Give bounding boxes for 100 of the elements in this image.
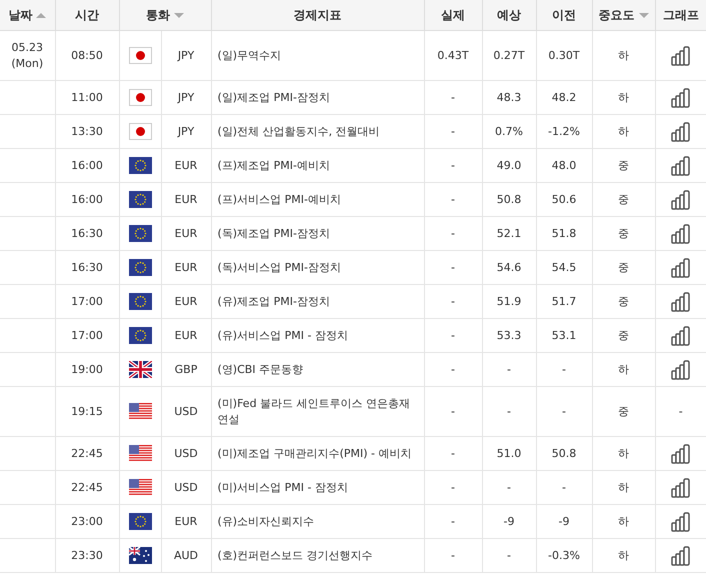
importance-text: 하 — [618, 362, 629, 376]
bar-chart-icon[interactable] — [670, 156, 691, 176]
eu-flag-icon — [128, 259, 152, 276]
forecast-value: - — [507, 548, 511, 562]
forecast-value: 0.7% — [495, 124, 523, 138]
previous-value: -1.2% — [548, 124, 580, 138]
japan-flag-icon — [128, 47, 152, 64]
column-header-label: 그래프 — [662, 8, 699, 22]
forecast-value: -9 — [504, 514, 514, 528]
forecast-value: - — [507, 480, 511, 494]
us-flag-icon — [128, 445, 152, 462]
indicator-name: (독)서비스업 PMI-잠정치 — [218, 260, 341, 274]
importance-text: 하 — [618, 514, 629, 528]
forecast-value: 53.3 — [496, 328, 522, 342]
previous-value: - — [562, 404, 566, 418]
time-text: 11:00 — [71, 90, 103, 104]
weekday-text: (Mon) — [11, 56, 44, 72]
actual-value: - — [451, 158, 455, 172]
indicator-name: (독)제조업 PMI-잠정치 — [218, 226, 330, 240]
column-header-label: 경제지표 — [294, 8, 342, 22]
previous-value: 51.7 — [552, 294, 576, 308]
bar-chart-icon[interactable] — [670, 122, 691, 142]
actual-value: - — [451, 294, 455, 308]
previous-value: -9 — [558, 514, 570, 528]
us-flag-icon — [128, 479, 152, 496]
previous-value: 48.0 — [552, 158, 576, 172]
importance-text: 중 — [618, 158, 629, 172]
time-text: 22:45 — [71, 446, 103, 460]
bar-chart-icon[interactable] — [670, 190, 691, 210]
forecast-value: 52.1 — [496, 226, 522, 240]
uk-flag-icon — [128, 361, 152, 378]
previous-value: 50.6 — [552, 192, 576, 206]
bar-chart-icon[interactable] — [670, 444, 691, 464]
importance-text: 하 — [618, 480, 629, 494]
bar-chart-icon[interactable] — [670, 326, 691, 346]
eu-flag-icon — [128, 327, 152, 344]
previous-value: 0.30T — [548, 48, 580, 62]
column-header[interactable]: 날짜 — [0, 0, 55, 30]
bar-chart-icon[interactable] — [670, 224, 691, 244]
actual-value: 0.43T — [437, 48, 469, 62]
bar-chart-icon[interactable] — [670, 478, 691, 498]
currency-text: AUD — [174, 548, 198, 562]
currency-text: JPY — [178, 48, 194, 62]
time-text: 17:00 — [71, 328, 103, 342]
eu-flag-icon — [128, 191, 152, 208]
currency-text: EUR — [174, 328, 198, 342]
currency-text: EUR — [174, 514, 198, 528]
indicator-name: (일)제조업 PMI-잠정치 — [218, 90, 330, 104]
bar-chart-icon[interactable] — [670, 512, 691, 532]
actual-value: - — [451, 446, 455, 460]
importance-text: 하 — [618, 548, 629, 562]
importance-text: 하 — [618, 90, 629, 104]
eu-flag-icon — [128, 225, 152, 242]
forecast-value: 48.3 — [496, 90, 522, 104]
previous-value: 50.8 — [552, 446, 576, 460]
time-text: 13:30 — [71, 124, 103, 138]
currency-text: EUR — [174, 192, 198, 206]
actual-value: - — [451, 480, 455, 494]
currency-text: JPY — [178, 90, 194, 104]
column-header[interactable]: 통화 — [119, 0, 211, 30]
currency-text: EUR — [174, 158, 198, 172]
bar-chart-icon[interactable] — [670, 546, 691, 566]
bar-chart-icon[interactable] — [670, 88, 691, 108]
currency-text: GBP — [174, 362, 198, 376]
currency-text: USD — [174, 480, 198, 494]
currency-text: JPY — [178, 124, 194, 138]
importance-text: 중 — [618, 328, 629, 342]
importance-text: 하 — [618, 446, 629, 460]
column-header-label: 날짜 — [8, 8, 32, 22]
importance-text: 중 — [618, 294, 629, 308]
actual-value: - — [451, 514, 455, 528]
time-text: 16:30 — [71, 226, 103, 240]
date-text: 05.23 — [12, 40, 43, 56]
eu-flag-icon — [128, 513, 152, 530]
currency-text: EUR — [174, 226, 198, 240]
importance-text: 중 — [618, 404, 629, 418]
previous-value: 51.8 — [552, 226, 576, 240]
time-text: 19:00 — [71, 362, 103, 376]
bar-chart-icon[interactable] — [670, 360, 691, 380]
eu-flag-icon — [128, 293, 152, 310]
forecast-value: 50.8 — [496, 192, 522, 206]
time-text: 17:00 — [71, 294, 103, 308]
previous-value: -0.3% — [548, 548, 580, 562]
column-header-label: 중요도 — [598, 8, 634, 22]
time-text: 23:30 — [71, 548, 103, 562]
bar-chart-icon[interactable] — [670, 292, 691, 312]
time-text: 16:30 — [71, 260, 103, 274]
indicator-name: (일)전체 산업활동지수, 전월대비 — [218, 124, 380, 138]
column-header[interactable]: 중요도 — [592, 0, 655, 30]
time-text: 16:00 — [71, 192, 103, 206]
time-text: 22:45 — [71, 480, 103, 494]
importance-text: 중 — [618, 260, 629, 274]
bar-chart-icon[interactable] — [670, 46, 691, 66]
bar-chart-icon[interactable] — [670, 258, 691, 278]
indicator-name: (영)CBI 주문동향 — [218, 362, 304, 376]
column-header-label: 시간 — [75, 8, 99, 22]
indicator-name: (유)소비자신뢰지수 — [218, 514, 314, 528]
previous-value: 53.1 — [552, 328, 576, 342]
column-header-label: 이전 — [552, 8, 576, 22]
forecast-value: 51.9 — [496, 294, 522, 308]
